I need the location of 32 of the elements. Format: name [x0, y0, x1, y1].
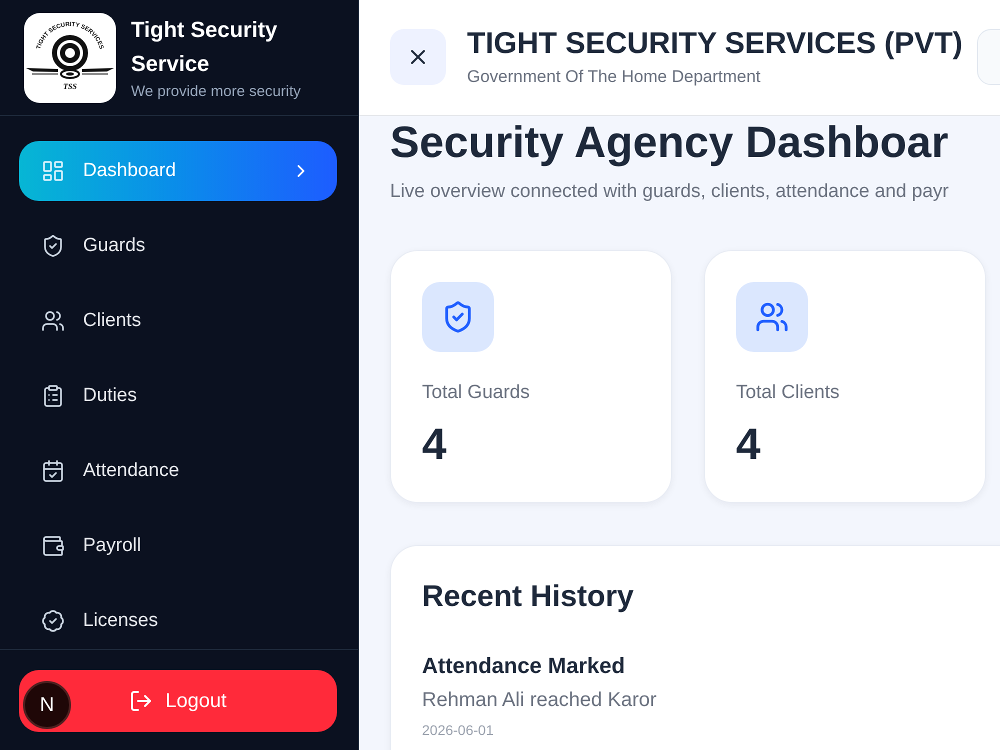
stat-value: 4 — [422, 419, 446, 471]
nav-item[interactable]: Payroll — [19, 516, 337, 576]
nav-item[interactable]: Attendance — [19, 441, 337, 501]
nav-item[interactable]: Clients — [19, 291, 337, 351]
logout-icon — [129, 689, 154, 713]
users-icon — [41, 309, 65, 333]
stat-label: Total Clients — [736, 381, 840, 405]
logo-initials: TSS — [63, 82, 77, 91]
brand-tagline: We provide more security — [131, 83, 302, 101]
history-item-description: Rehman Ali reached Karor — [422, 688, 657, 712]
badge-check-icon — [41, 609, 65, 633]
page-title: Security Agency Dashboar — [390, 117, 950, 169]
calendar-check-icon — [41, 459, 65, 483]
wallet-icon — [41, 534, 65, 558]
stat-value: 4 — [736, 419, 760, 471]
shield-check-icon — [41, 234, 65, 258]
nav-item[interactable]: Duties — [19, 366, 337, 426]
history-item-date: 2026-06-01 — [422, 721, 494, 739]
clipboard-list-icon — [41, 384, 65, 408]
history-title: Recent History — [422, 579, 635, 615]
nav-item[interactable]: Licenses — [19, 591, 337, 649]
stat-label: Total Guards — [422, 381, 530, 405]
dashboard-grid-icon — [41, 159, 65, 183]
page-subtitle: Live overview connected with guards, clients, attendance and payr — [390, 180, 950, 204]
header-subtitle: Government Of The Home Department — [467, 67, 762, 87]
brand-title: Tight Security Service — [131, 16, 278, 78]
header-title: TIGHT SECURITY SERVICES (PVT) — [467, 26, 963, 62]
users-icon — [736, 282, 808, 352]
shield-check-icon — [422, 282, 494, 352]
history-item-title: Attendance Marked — [422, 652, 625, 680]
nav-item[interactable]: Guards — [19, 216, 337, 276]
close-button[interactable] — [390, 29, 446, 85]
